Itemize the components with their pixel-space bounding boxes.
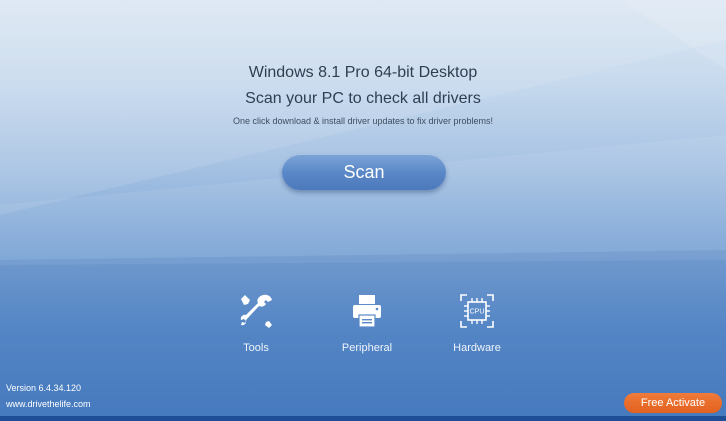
scan-button[interactable]: Scan [282, 154, 446, 190]
tools-button[interactable]: Tools [206, 291, 306, 355]
scan-subtitle: One click download & install driver upda… [232, 116, 494, 126]
website-link[interactable]: www.drivethelife.com [6, 398, 91, 410]
os-title: Windows 8.1 Pro 64-bit Desktop [248, 64, 478, 81]
tools-label: Tools [243, 342, 269, 354]
wrench-screwdriver-icon [240, 294, 272, 328]
app-window: Windows 8.1 Pro 64-bit Desktop Scan your… [0, 0, 726, 421]
peripheral-button[interactable]: Peripheral [317, 291, 417, 355]
peripheral-label: Peripheral [341, 342, 393, 354]
scan-headline: Scan your PC to check all drivers [245, 90, 481, 107]
version-text: Version 6.4.34.120 [6, 383, 82, 393]
hardware-button[interactable]: CPU Hardware [427, 291, 527, 355]
bottom-border [0, 416, 726, 421]
printer-icon [353, 295, 381, 328]
cpu-chip-text: CPU [470, 309, 485, 316]
cpu-chip-icon: CPU [460, 294, 494, 328]
free-activate-button[interactable]: Free Activate [624, 393, 722, 413]
hardware-label: Hardware [453, 342, 501, 354]
